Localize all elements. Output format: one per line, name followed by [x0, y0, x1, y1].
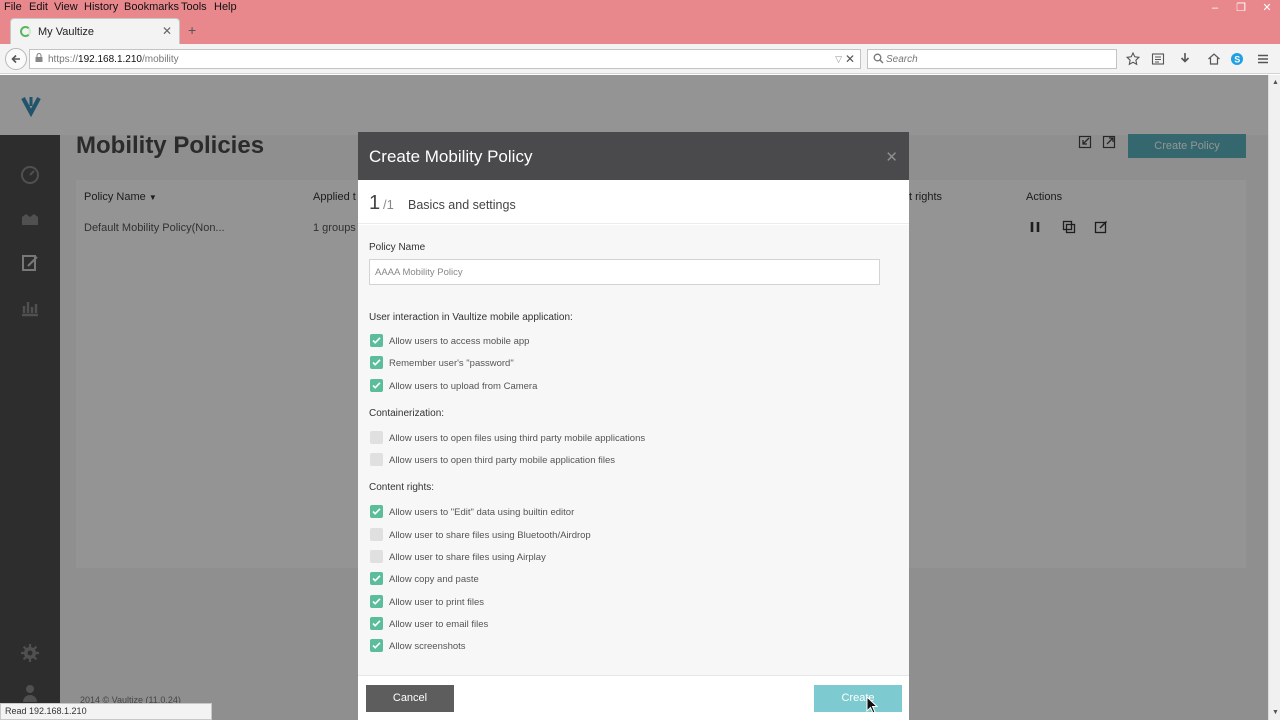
checkmark-icon: [372, 508, 381, 515]
checkbox-copy-paste[interactable]: [370, 572, 383, 585]
option-label: Allow user to share files using Airplay: [389, 552, 546, 563]
back-arrow-icon: [11, 54, 20, 64]
checkmark-icon: [372, 642, 381, 649]
option-label: Allow users to upload from Camera: [389, 381, 538, 392]
option-label: Allow user to share files using Bluetoot…: [389, 530, 591, 541]
dialog-title: Create Mobility Policy: [369, 147, 533, 166]
cancel-button[interactable]: Cancel: [366, 685, 454, 712]
step-total: /1: [383, 197, 394, 212]
checkbox-email-files[interactable]: [370, 617, 383, 630]
menu-edit[interactable]: Edit: [29, 1, 48, 13]
checkmark-icon: [372, 382, 381, 389]
back-button[interactable]: [5, 48, 27, 70]
download-icon[interactable]: [1178, 52, 1192, 66]
page-scrollbar[interactable]: ▲ ▼: [1268, 75, 1280, 720]
section-heading-containerization: Containerization:: [369, 408, 445, 419]
checkbox-access-mobile-app[interactable]: [370, 334, 383, 347]
url-text: https://192.168.1.210/mobility: [48, 54, 179, 65]
option-label: Allow users to "Edit" data using builtin…: [389, 507, 575, 518]
search-placeholder: Search: [886, 54, 918, 65]
bookmark-star-icon[interactable]: [1126, 52, 1140, 66]
tab-title: My Vaultize: [38, 26, 95, 38]
create-button[interactable]: Create: [814, 685, 902, 712]
hamburger-menu-icon[interactable]: [1256, 52, 1270, 66]
section-heading-content-rights: Content rights:: [369, 482, 435, 493]
option-label: Allow users to access mobile app: [389, 336, 530, 347]
checkmark-icon: [372, 359, 381, 366]
new-tab-icon[interactable]: +: [188, 22, 196, 38]
option-label: Allow screenshots: [389, 641, 466, 652]
option-label: Allow users to open third party mobile a…: [389, 455, 616, 466]
checkmark-icon: [372, 598, 381, 605]
loading-icon: [20, 26, 31, 37]
skype-icon[interactable]: S: [1230, 52, 1244, 66]
step-name: Basics and settings: [408, 198, 516, 212]
step-number: 1: [369, 192, 381, 214]
stop-icon[interactable]: ✕: [845, 52, 855, 66]
option-label: Allow copy and paste: [389, 574, 479, 585]
policy-name-label: Policy Name: [369, 242, 426, 253]
url-dropdown-icon[interactable]: ▽: [835, 54, 842, 65]
menu-tools[interactable]: Tools: [181, 1, 207, 13]
menu-file[interactable]: File: [4, 1, 22, 13]
checkbox-share-bluetooth-airdrop[interactable]: [370, 528, 383, 541]
lock-icon: [35, 53, 43, 62]
checkbox-upload-from-camera[interactable]: [370, 379, 383, 392]
section-heading-user-interaction: User interaction in Vaultize mobile appl…: [369, 312, 573, 323]
checkmark-icon: [372, 620, 381, 627]
search-icon: [873, 53, 884, 64]
checkbox-share-airplay[interactable]: [370, 550, 383, 563]
close-window-icon[interactable]: ✕: [1254, 0, 1280, 16]
option-label: Allow users to open files using third pa…: [389, 433, 646, 444]
option-label: Allow user to print files: [389, 597, 485, 608]
checkmark-icon: [372, 337, 381, 344]
checkmark-icon: [372, 575, 381, 582]
checkbox-print-files[interactable]: [370, 595, 383, 608]
mouse-cursor-icon: [866, 696, 878, 714]
home-icon[interactable]: [1207, 52, 1221, 66]
minimize-icon[interactable]: –: [1202, 0, 1228, 16]
browser-menubar: File Edit View History Bookmarks Tools H…: [0, 0, 1280, 16]
browser-tab[interactable]: My Vaultize ✕: [10, 18, 180, 44]
restore-icon[interactable]: ❐: [1228, 0, 1254, 16]
dialog-header: Create Mobility Policy ✕: [358, 132, 909, 180]
menu-history[interactable]: History: [84, 1, 118, 13]
scroll-up-icon[interactable]: ▲: [1272, 79, 1279, 86]
checkbox-remember-password[interactable]: [370, 356, 383, 369]
url-bar[interactable]: https://192.168.1.210/mobility ▽ ✕: [29, 49, 861, 69]
option-label: Remember user's "password": [389, 358, 514, 369]
checkbox-edit-builtin-editor[interactable]: [370, 505, 383, 518]
tab-close-icon[interactable]: ✕: [162, 24, 172, 38]
option-label: Allow user to email files: [389, 619, 489, 630]
close-icon[interactable]: ✕: [885, 148, 898, 166]
navigation-bar: https://192.168.1.210/mobility ▽ ✕ Searc…: [0, 44, 1280, 74]
dialog-footer: Cancel Create: [358, 675, 909, 720]
scroll-down-icon[interactable]: ▼: [1272, 709, 1279, 716]
create-mobility-policy-dialog: Create Mobility Policy ✕ 1 /1 Basics and…: [358, 132, 909, 720]
policy-name-field[interactable]: [369, 259, 880, 285]
checkbox-open-third-party-files[interactable]: [370, 453, 383, 466]
checkbox-open-with-third-party[interactable]: [370, 431, 383, 444]
checkbox-screenshots[interactable]: [370, 639, 383, 652]
svg-text:S: S: [1234, 54, 1240, 64]
status-bar: Read 192.168.1.210: [0, 703, 212, 720]
menu-view[interactable]: View: [54, 1, 78, 13]
step-indicator: 1 /1 Basics and settings: [358, 180, 909, 224]
menu-help[interactable]: Help: [214, 1, 237, 13]
reading-list-icon[interactable]: [1151, 52, 1165, 66]
search-input[interactable]: Search: [867, 49, 1117, 69]
menu-bookmarks[interactable]: Bookmarks: [124, 1, 179, 13]
